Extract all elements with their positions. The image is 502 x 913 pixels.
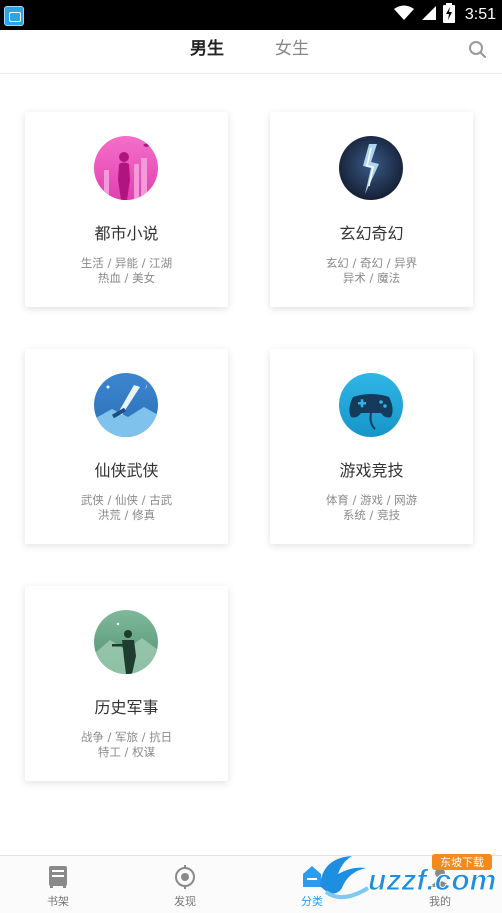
bookshelf-icon (49, 866, 67, 888)
category-title: 游戏竞技 (339, 461, 404, 480)
tags-line: 生活 / 异能 / 江湖 (80, 256, 173, 270)
category-card-gaming[interactable]: 游戏竞技 体育 / 游戏 / 网游 系统 / 竞技 (270, 349, 473, 544)
status-bar: 3:51 (0, 0, 502, 30)
app-notification-icon (4, 6, 24, 26)
tags-line: 战争 / 军旅 / 抗日 (80, 730, 173, 744)
tags-line: 武侠 / 仙侠 / 古武 (80, 493, 173, 507)
tags-line: 洪荒 / 修真 (97, 508, 156, 522)
category-tags: 玄幻 / 奇幻 / 异界 异术 / 魔法 (270, 256, 473, 286)
category-tags: 武侠 / 仙侠 / 古武 洪荒 / 修真 (25, 493, 228, 523)
top-tab-bar: 男生 女生 (0, 30, 502, 74)
sword-icon (94, 373, 158, 437)
lightning-icon (339, 136, 403, 200)
tags-line: 特工 / 权谋 (97, 745, 156, 759)
tags-line: 玄幻 / 奇幻 / 异界 (325, 256, 418, 270)
status-clock: 3:51 (464, 6, 496, 23)
category-card-urban[interactable]: 都市小说 生活 / 异能 / 江湖 热血 / 美女 (25, 112, 228, 307)
category-title: 玄幻奇幻 (339, 224, 404, 243)
gamepad-icon (339, 373, 403, 437)
nav-bookshelf[interactable]: 书架 (18, 856, 98, 913)
search-icon[interactable] (468, 40, 488, 60)
city-woman-icon (94, 136, 158, 200)
nav-label: 书架 (47, 895, 69, 908)
battery-charging-icon (442, 3, 455, 27)
category-title: 都市小说 (94, 224, 159, 243)
category-card-military[interactable]: 历史军事 战争 / 军旅 / 抗日 特工 / 权谋 (25, 586, 228, 781)
soldier-icon (94, 610, 158, 674)
wifi-icon (393, 5, 415, 25)
tab-male[interactable]: 男生 (190, 30, 224, 73)
tags-line: 热血 / 美女 (97, 271, 156, 285)
category-title: 仙侠武侠 (94, 461, 159, 480)
category-title: 历史军事 (94, 698, 159, 717)
tags-line: 体育 / 游戏 / 网游 (325, 493, 418, 507)
category-tags: 生活 / 异能 / 江湖 热血 / 美女 (25, 256, 228, 286)
tags-line: 异术 / 魔法 (342, 271, 401, 285)
svg-text:东坡下载: 东坡下载 (440, 856, 484, 869)
tab-female[interactable]: 女生 (275, 30, 309, 73)
category-tags: 体育 / 游戏 / 网游 系统 / 竞技 (270, 493, 473, 523)
nav-label: 发现 (174, 895, 196, 908)
discover-icon (175, 865, 195, 889)
category-card-wuxia[interactable]: 仙侠武侠 武侠 / 仙侠 / 古武 洪荒 / 修真 (25, 349, 228, 544)
nav-discover[interactable]: 发现 (145, 856, 225, 913)
signal-icon (421, 5, 437, 25)
category-tags: 战争 / 军旅 / 抗日 特工 / 权谋 (25, 730, 228, 760)
tags-line: 系统 / 竞技 (342, 508, 401, 522)
category-card-fantasy[interactable]: 玄幻奇幻 玄幻 / 奇幻 / 异界 异术 / 魔法 (270, 112, 473, 307)
uzzf-watermark-logo: uzzf.com 东坡下载 (312, 848, 502, 908)
